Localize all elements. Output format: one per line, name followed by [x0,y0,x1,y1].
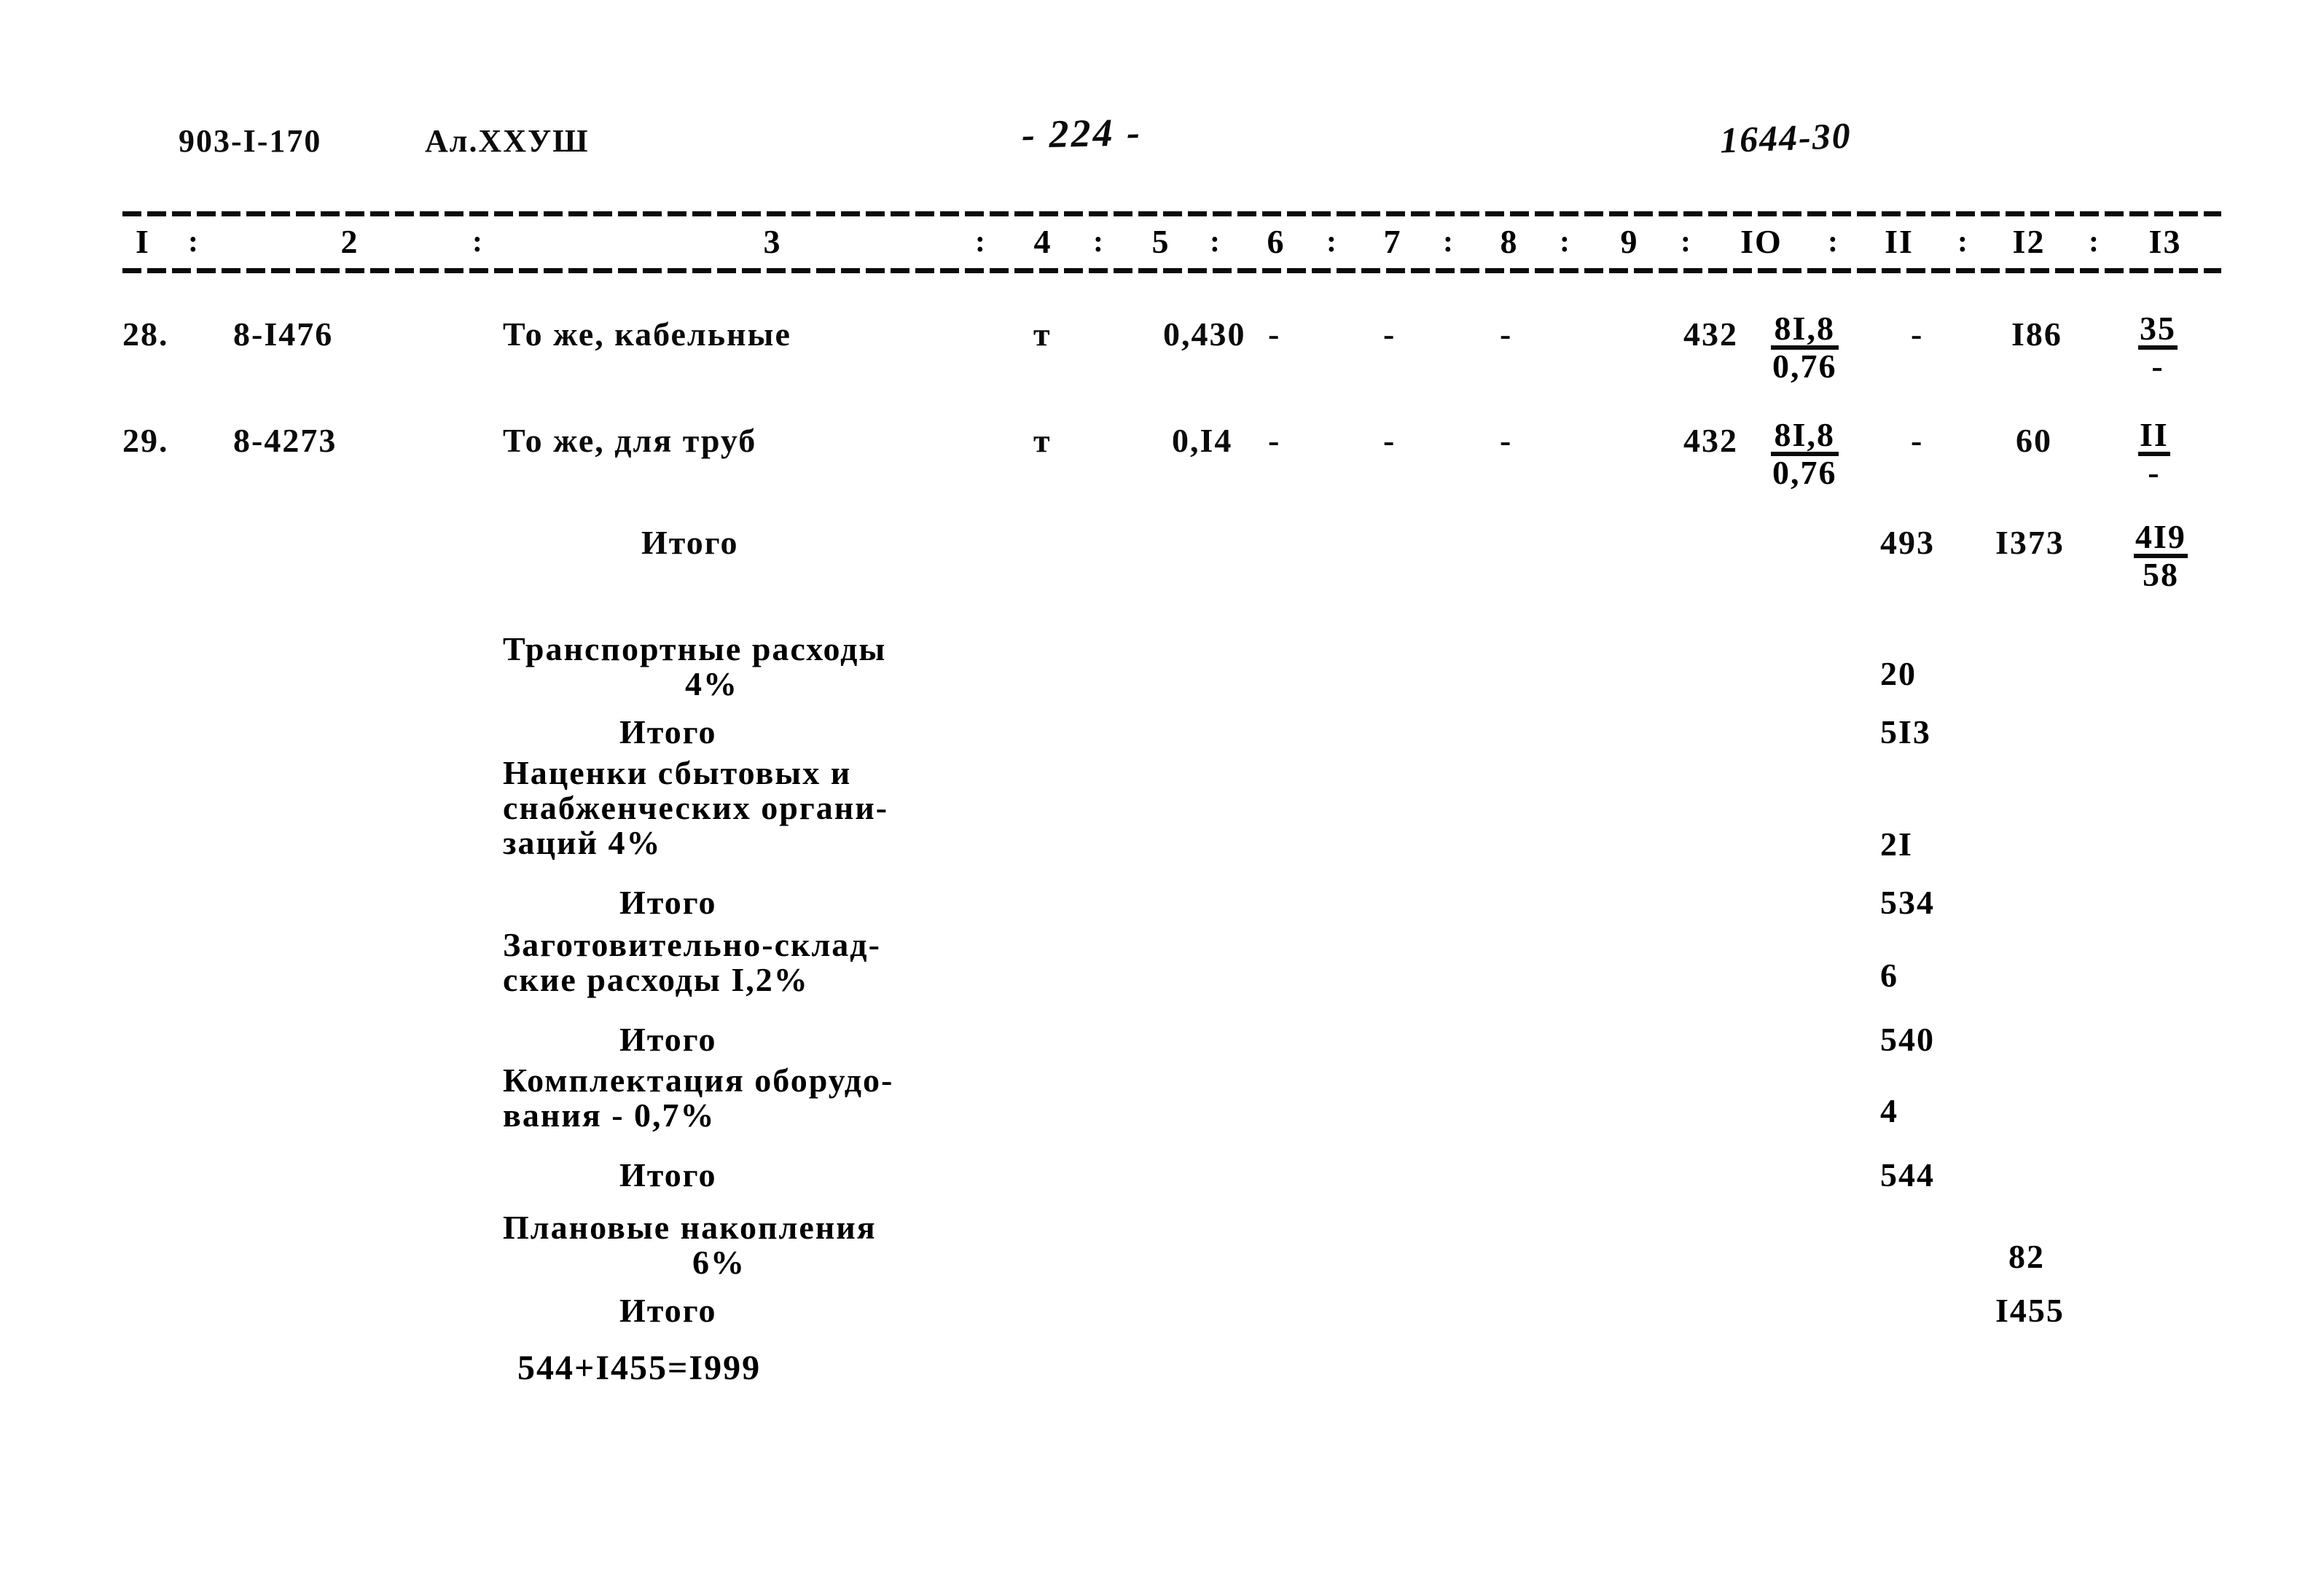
column-sep: : [472,225,482,259]
summary-itogo-value: 5I3 [1880,713,1931,750]
summary-itogo-label: Итого [619,1156,717,1193]
row-value-c8: - [1500,315,1512,353]
album-label: Ал.XXУШ [425,123,590,159]
sheet-stamp: 1644-30 [1718,114,1852,161]
summary-value-profit: 82 [2008,1238,2045,1275]
column-sep: : [1560,225,1570,259]
fraction-denominator: 0,76 [1771,345,1839,383]
fraction-numerator: 4I9 [2135,518,2186,555]
row-value-c12: - [1911,422,1923,459]
summary-percent-transport: 4% [685,665,738,702]
fraction-denominator: - [2138,345,2178,383]
summary-itogo-label: Итого [619,1021,717,1058]
row-code: 8-I476 [233,315,334,353]
column-sep: : [1443,225,1453,259]
grand-total: 544+I455=I999 [517,1349,762,1387]
fraction-numerator: 35 [2140,310,2176,347]
column-header-7: 7 [1383,223,1402,260]
column-header-3: 3 [763,223,782,260]
column-sep: : [188,225,198,259]
column-sep: : [1326,225,1337,259]
summary-label-transport: Транспортные расходы [503,630,887,667]
column-header-10: IO [1740,223,1783,260]
column-sep: : [2089,225,2099,259]
summary-itogo-value: 534 [1880,884,1935,921]
project-code: 903-I-170 [179,123,322,159]
row-value-c5: 0,I4 [1172,422,1233,459]
header-rule-top [122,211,2221,216]
summary-value-storage: 6 [1880,957,1898,994]
row-value-c13: I86 [2011,315,2062,353]
row-number: 28. [122,315,169,353]
row-description: То же, для труб [503,422,757,459]
row-unit: т [1033,422,1052,459]
row-value-c10: 432 [1683,315,1738,353]
row-value-c13: 60 [2016,422,2052,459]
summary-itogo-label: Итого [619,1292,717,1329]
summary-itogo-label: Итого [619,713,717,750]
column-header-2: 2 [340,223,359,260]
column-header-12: I2 [2012,223,2046,260]
document-page: 903-I-170 Ал.XXУШ - 224 - 1644-30 I : 2 … [0,0,2324,1584]
column-header-5: 5 [1151,223,1170,260]
row-value-c8: - [1500,422,1512,459]
summary-value-transport: 20 [1880,655,1917,692]
column-sep: : [1681,225,1691,259]
summary-label-equipment-2: вания - 0,7% [503,1097,716,1134]
summary-value-equipment: 4 [1880,1092,1898,1129]
column-header-1: I [136,223,150,260]
column-header-11: II [1885,223,1914,260]
summary-value-markup: 2I [1880,826,1913,863]
row-value-c7: - [1383,315,1396,353]
column-sep: : [975,225,985,259]
row-value-c6: - [1268,422,1280,459]
fraction-numerator: 8I,8 [1774,310,1835,347]
header-rule-bottom [122,268,2221,273]
summary-label-storage-2: ские расходы I,2% [503,961,809,998]
summary-label-markup-3: заций 4% [503,824,662,861]
row-value-c5: 0,430 [1163,315,1246,353]
fraction-denominator: 0,76 [1771,452,1839,490]
fraction-denominator: - [2138,452,2170,490]
column-header-13: I3 [2148,223,2182,260]
row-fraction-c11: 8I,8 0,76 [1771,416,1839,490]
summary-itogo-label: Итого [619,884,717,921]
row-value-c6: - [1268,315,1280,353]
summary-itogo-value: 544 [1880,1156,1935,1193]
totals-label: Итого [641,524,739,561]
summary-label-markup-2: снабженческих органи- [503,789,889,826]
summary-label-storage-1: Заготовительно-склад- [503,926,881,963]
summary-itogo-value: I455 [1995,1292,2065,1329]
column-sep: : [1957,225,1968,259]
summary-label-markup-1: Наценки сбытовых и [503,754,852,791]
row-fraction-c11: 8I,8 0,76 [1771,310,1839,383]
summary-label-profit: Плановые накопления [503,1209,877,1246]
row-fraction-c14: 35 - [2138,310,2178,383]
totals-value-c11: 493 [1880,524,1935,561]
row-code: 8-4273 [233,422,337,459]
fraction-numerator: 8I,8 [1774,416,1835,453]
fraction-denominator: 58 [2134,554,2188,592]
fraction-numerator: II [2140,416,2169,453]
summary-itogo-value: 540 [1880,1021,1935,1058]
row-number: 29. [122,422,169,459]
row-description: То же, кабельные [503,315,791,353]
column-header-4: 4 [1033,223,1052,260]
column-sep: : [1828,225,1838,259]
column-header-6: 6 [1267,223,1286,260]
column-header-8: 8 [1500,223,1519,260]
summary-label-equipment-1: Комплектация оборудо- [503,1062,894,1099]
summary-percent-profit: 6% [692,1244,746,1281]
row-value-c12: - [1911,315,1923,353]
column-sep: : [1093,225,1103,259]
totals-value-c12: I373 [1995,524,2065,561]
page-number: - 224 - [1021,110,1143,157]
column-header-9: 9 [1620,223,1639,260]
column-sep: : [1210,225,1220,259]
row-value-c7: - [1383,422,1396,459]
row-value-c10: 432 [1683,422,1738,459]
totals-fraction-c13: 4I9 58 [2134,518,2188,592]
row-unit: т [1033,315,1052,353]
row-fraction-c14: II - [2138,416,2170,490]
